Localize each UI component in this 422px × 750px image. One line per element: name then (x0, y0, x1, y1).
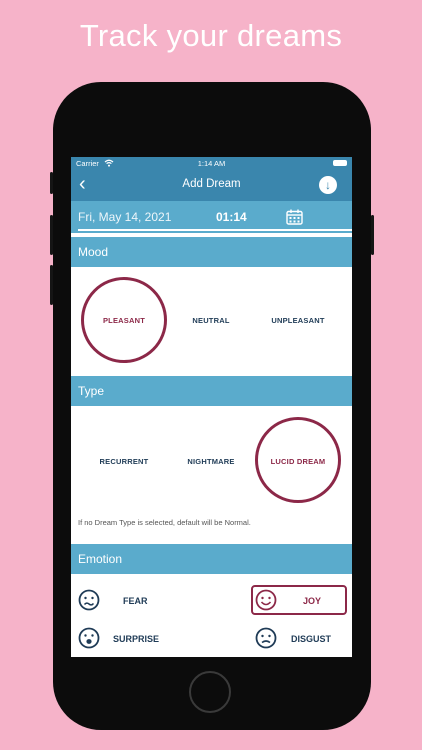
date-underline (78, 229, 352, 231)
date-bar: Fri, May 14, 2021 01:14 (71, 201, 352, 233)
emotion-option-joy[interactable]: JOY (303, 596, 321, 606)
disgusted-face-icon (255, 627, 277, 654)
type-default-note: If no Dream Type is selected, default wi… (78, 518, 251, 527)
mood-option-pleasant[interactable]: PLEASANT (84, 316, 164, 325)
calendar-icon[interactable] (286, 209, 303, 225)
mood-header-label: Mood (78, 245, 109, 259)
type-option-nightmare[interactable]: NIGHTMARE (171, 457, 251, 466)
mood-section-header: Mood (71, 237, 352, 267)
type-header-label: Type (78, 384, 105, 398)
status-bar: Carrier 1:14 AM (71, 157, 352, 169)
emotion-header-label: Emotion (78, 552, 123, 566)
emotion-option-disgust[interactable]: DISGUST (291, 634, 331, 644)
app-screen: Carrier 1:14 AM ‹ Add Dream ↓ Fri, May 1… (71, 157, 352, 657)
type-option-recurrent[interactable]: RECURRENT (84, 457, 164, 466)
worried-face-icon (78, 589, 100, 616)
home-button[interactable] (189, 671, 231, 713)
page-title: Add Dream (182, 178, 241, 190)
mood-option-neutral[interactable]: NEUTRAL (171, 316, 251, 325)
date-field[interactable]: Fri, May 14, 2021 (78, 210, 171, 224)
headline: Track your dreams (79, 18, 343, 53)
phone-volume-down (50, 265, 53, 305)
phone-power-button (371, 215, 374, 255)
phone-volume-up (50, 215, 53, 255)
phone-side-button (50, 172, 53, 194)
download-icon[interactable]: ↓ (319, 176, 337, 194)
surprised-face-icon (78, 627, 100, 654)
status-time: 1:14 AM (197, 159, 226, 168)
type-option-lucid-dream[interactable]: LUCID DREAM (258, 457, 338, 466)
emotion-option-fear[interactable]: FEAR (123, 596, 148, 606)
emotion-section-header: Emotion (71, 544, 352, 574)
smiley-face-icon (255, 589, 277, 616)
nav-bar: ‹ Add Dream ↓ (71, 169, 352, 201)
battery-icon (333, 160, 347, 166)
emotion-option-surprise[interactable]: SURPRISE (113, 634, 159, 644)
type-section-header: Type (71, 376, 352, 406)
time-field[interactable]: 01:14 (216, 210, 247, 224)
mood-option-unpleasant[interactable]: UNPLEASANT (258, 316, 338, 325)
